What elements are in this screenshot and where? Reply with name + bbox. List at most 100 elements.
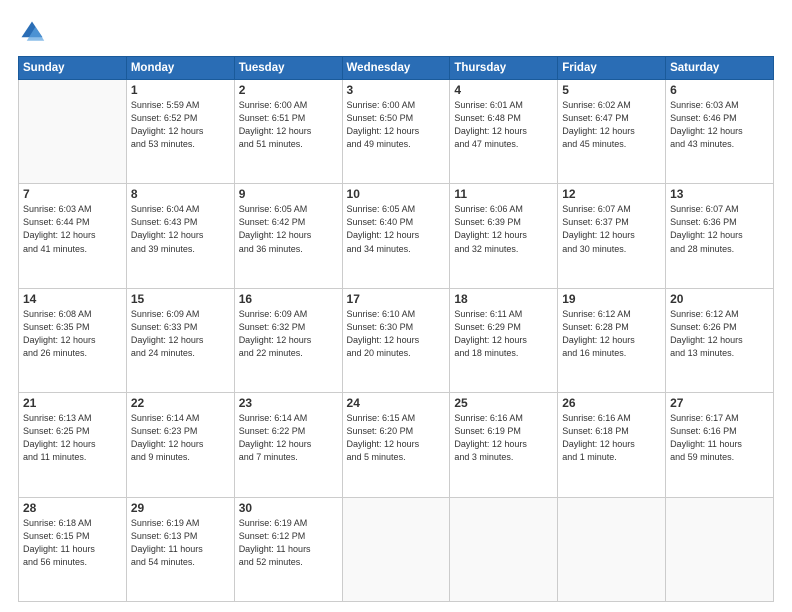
day-info: Sunrise: 5:59 AMSunset: 6:52 PMDaylight:… bbox=[131, 99, 230, 151]
calendar-cell: 24Sunrise: 6:15 AMSunset: 6:20 PMDayligh… bbox=[342, 393, 450, 497]
day-number: 30 bbox=[239, 501, 338, 515]
calendar-cell: 20 Sunrise: 6:12 AMSunset: 6:26 PMDayligh… bbox=[666, 288, 774, 392]
calendar-cell: 12 Sunrise: 6:07 AMSunset: 6:37 PMDayligh… bbox=[558, 184, 666, 288]
calendar-cell: 15 Sunrise: 6:09 AMSunset: 6:33 PMDayligh… bbox=[126, 288, 234, 392]
day-info: Sunrise: 6:13 AMSunset: 6:25 PMDaylight:… bbox=[23, 412, 122, 464]
calendar-header-sunday: Sunday bbox=[19, 57, 127, 80]
calendar-cell: 25 Sunrise: 6:16 AMSunset: 6:19 PMDayligh… bbox=[450, 393, 558, 497]
day-info: Sunrise: 6:00 AMSunset: 6:51 PMDaylight:… bbox=[239, 99, 338, 151]
calendar-header-friday: Friday bbox=[558, 57, 666, 80]
day-number: 7 bbox=[23, 187, 122, 201]
calendar-header-wednesday: Wednesday bbox=[342, 57, 450, 80]
calendar-cell bbox=[666, 497, 774, 601]
calendar-header-saturday: Saturday bbox=[666, 57, 774, 80]
day-number: 26 bbox=[562, 396, 661, 410]
calendar-table: SundayMondayTuesdayWednesdayThursdayFrid… bbox=[18, 56, 774, 602]
calendar-cell: 17 Sunrise: 6:10 AMSunset: 6:30 PMDayligh… bbox=[342, 288, 450, 392]
calendar-cell: 3 Sunrise: 6:00 AMSunset: 6:50 PMDaylight… bbox=[342, 80, 450, 184]
day-info: Sunrise: 6:12 AMSunset: 6:28 PMDaylight:… bbox=[562, 308, 661, 360]
calendar-week-3: 14 Sunrise: 6:08 AMSunset: 6:35 PMDayligh… bbox=[19, 288, 774, 392]
day-info: Sunrise: 6:05 AMSunset: 6:40 PMDaylight:… bbox=[347, 203, 446, 255]
day-number: 20 bbox=[670, 292, 769, 306]
day-number: 10 bbox=[347, 187, 446, 201]
calendar-cell: 4 Sunrise: 6:01 AMSunset: 6:48 PMDaylight… bbox=[450, 80, 558, 184]
day-number: 17 bbox=[347, 292, 446, 306]
day-info: Sunrise: 6:10 AMSunset: 6:30 PMDaylight:… bbox=[347, 308, 446, 360]
day-info: Sunrise: 6:07 AMSunset: 6:37 PMDaylight:… bbox=[562, 203, 661, 255]
day-info: Sunrise: 6:18 AMSunset: 6:15 PMDaylight:… bbox=[23, 517, 122, 569]
day-info: Sunrise: 6:03 AMSunset: 6:46 PMDaylight:… bbox=[670, 99, 769, 151]
calendar-header-row: SundayMondayTuesdayWednesdayThursdayFrid… bbox=[19, 57, 774, 80]
day-number: 4 bbox=[454, 83, 553, 97]
day-info: Sunrise: 6:09 AMSunset: 6:33 PMDaylight:… bbox=[131, 308, 230, 360]
calendar-cell: 1 Sunrise: 5:59 AMSunset: 6:52 PMDaylight… bbox=[126, 80, 234, 184]
day-number: 14 bbox=[23, 292, 122, 306]
day-info: Sunrise: 6:04 AMSunset: 6:43 PMDaylight:… bbox=[131, 203, 230, 255]
day-info: Sunrise: 6:03 AMSunset: 6:44 PMDaylight:… bbox=[23, 203, 122, 255]
calendar-cell: 29Sunrise: 6:19 AMSunset: 6:13 PMDayligh… bbox=[126, 497, 234, 601]
header bbox=[18, 18, 774, 46]
calendar-cell: 28Sunrise: 6:18 AMSunset: 6:15 PMDayligh… bbox=[19, 497, 127, 601]
calendar-week-4: 21 Sunrise: 6:13 AMSunset: 6:25 PMDayligh… bbox=[19, 393, 774, 497]
day-number: 9 bbox=[239, 187, 338, 201]
calendar-cell: 10 Sunrise: 6:05 AMSunset: 6:40 PMDayligh… bbox=[342, 184, 450, 288]
day-number: 22 bbox=[131, 396, 230, 410]
calendar-cell: 22 Sunrise: 6:14 AMSunset: 6:23 PMDayligh… bbox=[126, 393, 234, 497]
day-info: Sunrise: 6:01 AMSunset: 6:48 PMDaylight:… bbox=[454, 99, 553, 151]
calendar-week-2: 7 Sunrise: 6:03 AMSunset: 6:44 PMDaylight… bbox=[19, 184, 774, 288]
day-number: 15 bbox=[131, 292, 230, 306]
calendar-cell: 2Sunrise: 6:00 AMSunset: 6:51 PMDaylight… bbox=[234, 80, 342, 184]
calendar-cell: 23 Sunrise: 6:14 AMSunset: 6:22 PMDayligh… bbox=[234, 393, 342, 497]
calendar-cell: 26 Sunrise: 6:16 AMSunset: 6:18 PMDayligh… bbox=[558, 393, 666, 497]
day-info: Sunrise: 6:19 AMSunset: 6:12 PMDaylight:… bbox=[239, 517, 338, 569]
calendar-cell: 6 Sunrise: 6:03 AMSunset: 6:46 PMDaylight… bbox=[666, 80, 774, 184]
day-info: Sunrise: 6:17 AMSunset: 6:16 PMDaylight:… bbox=[670, 412, 769, 464]
calendar-cell: 8 Sunrise: 6:04 AMSunset: 6:43 PMDaylight… bbox=[126, 184, 234, 288]
page: SundayMondayTuesdayWednesdayThursdayFrid… bbox=[0, 0, 792, 612]
day-info: Sunrise: 6:19 AMSunset: 6:13 PMDaylight:… bbox=[131, 517, 230, 569]
day-info: Sunrise: 6:06 AMSunset: 6:39 PMDaylight:… bbox=[454, 203, 553, 255]
calendar-cell: 21 Sunrise: 6:13 AMSunset: 6:25 PMDayligh… bbox=[19, 393, 127, 497]
day-info: Sunrise: 6:15 AMSunset: 6:20 PMDaylight:… bbox=[347, 412, 446, 464]
calendar-cell: 7 Sunrise: 6:03 AMSunset: 6:44 PMDaylight… bbox=[19, 184, 127, 288]
day-number: 11 bbox=[454, 187, 553, 201]
day-number: 3 bbox=[347, 83, 446, 97]
day-number: 19 bbox=[562, 292, 661, 306]
day-info: Sunrise: 6:16 AMSunset: 6:19 PMDaylight:… bbox=[454, 412, 553, 464]
day-number: 8 bbox=[131, 187, 230, 201]
day-info: Sunrise: 6:12 AMSunset: 6:26 PMDaylight:… bbox=[670, 308, 769, 360]
day-number: 23 bbox=[239, 396, 338, 410]
day-number: 12 bbox=[562, 187, 661, 201]
calendar-cell bbox=[558, 497, 666, 601]
day-info: Sunrise: 6:02 AMSunset: 6:47 PMDaylight:… bbox=[562, 99, 661, 151]
day-number: 1 bbox=[131, 83, 230, 97]
calendar-cell: 5 Sunrise: 6:02 AMSunset: 6:47 PMDaylight… bbox=[558, 80, 666, 184]
calendar-cell: 14 Sunrise: 6:08 AMSunset: 6:35 PMDayligh… bbox=[19, 288, 127, 392]
calendar-cell bbox=[450, 497, 558, 601]
day-info: Sunrise: 6:11 AMSunset: 6:29 PMDaylight:… bbox=[454, 308, 553, 360]
calendar-cell: 13 Sunrise: 6:07 AMSunset: 6:36 PMDayligh… bbox=[666, 184, 774, 288]
day-number: 27 bbox=[670, 396, 769, 410]
day-number: 21 bbox=[23, 396, 122, 410]
day-number: 18 bbox=[454, 292, 553, 306]
day-info: Sunrise: 6:00 AMSunset: 6:50 PMDaylight:… bbox=[347, 99, 446, 151]
calendar-cell: 9Sunrise: 6:05 AMSunset: 6:42 PMDaylight… bbox=[234, 184, 342, 288]
day-info: Sunrise: 6:07 AMSunset: 6:36 PMDaylight:… bbox=[670, 203, 769, 255]
day-number: 6 bbox=[670, 83, 769, 97]
day-info: Sunrise: 6:16 AMSunset: 6:18 PMDaylight:… bbox=[562, 412, 661, 464]
logo-icon bbox=[18, 18, 46, 46]
day-info: Sunrise: 6:08 AMSunset: 6:35 PMDaylight:… bbox=[23, 308, 122, 360]
calendar-cell: 30 Sunrise: 6:19 AMSunset: 6:12 PMDayligh… bbox=[234, 497, 342, 601]
day-number: 16 bbox=[239, 292, 338, 306]
logo bbox=[18, 18, 50, 46]
day-number: 13 bbox=[670, 187, 769, 201]
day-info: Sunrise: 6:14 AMSunset: 6:22 PMDaylight:… bbox=[239, 412, 338, 464]
calendar-cell bbox=[342, 497, 450, 601]
day-info: Sunrise: 6:14 AMSunset: 6:23 PMDaylight:… bbox=[131, 412, 230, 464]
calendar-cell: 11 Sunrise: 6:06 AMSunset: 6:39 PMDayligh… bbox=[450, 184, 558, 288]
calendar-cell: 18 Sunrise: 6:11 AMSunset: 6:29 PMDayligh… bbox=[450, 288, 558, 392]
calendar-cell: 16Sunrise: 6:09 AMSunset: 6:32 PMDayligh… bbox=[234, 288, 342, 392]
day-number: 25 bbox=[454, 396, 553, 410]
day-number: 5 bbox=[562, 83, 661, 97]
calendar-week-5: 28Sunrise: 6:18 AMSunset: 6:15 PMDayligh… bbox=[19, 497, 774, 601]
